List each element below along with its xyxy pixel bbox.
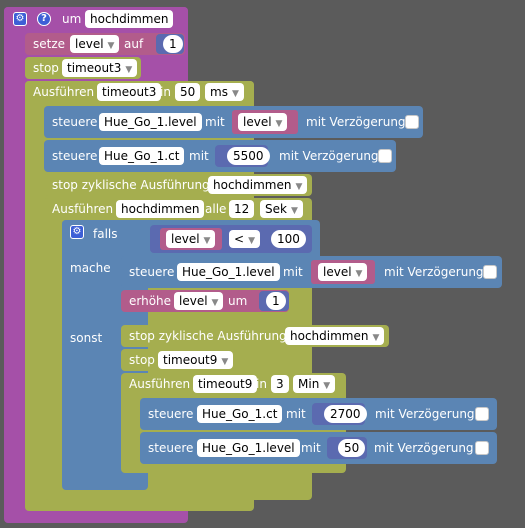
chevron-down-icon: ▼ — [221, 357, 229, 367]
ausfuehren-zyklisch-name[interactable]: hochdimmen — [116, 200, 205, 218]
steuere-object-2[interactable]: Hue_Go_1.level — [177, 263, 280, 281]
chevron-down-icon: ▼ — [355, 269, 363, 279]
stop-timeout9-text: timeout9 — [163, 353, 218, 367]
steuere-value-dropdown-1[interactable]: level ▼ — [238, 113, 288, 131]
steuere-mit-3: mit — [301, 441, 321, 455]
if-gear-icon[interactable]: ⚙ — [70, 225, 84, 239]
steuere-object-1[interactable]: Hue_Go_1.level — [99, 113, 202, 131]
function-keyword: um — [62, 12, 82, 26]
chevron-down-icon: ▼ — [275, 119, 283, 129]
steuere-mit-ct1: mit — [189, 149, 209, 163]
ausfuehren-zyklisch-interval[interactable]: 12 — [229, 200, 255, 218]
stop-zyklisch-text-2: hochdimmen — [290, 329, 369, 343]
chevron-down-icon: ▼ — [203, 236, 211, 246]
steuere-delay-checkbox-ct2[interactable] — [475, 407, 489, 421]
steuere-delay-checkbox-2[interactable] — [483, 265, 497, 279]
steuere-value-dropdown-2[interactable]: level ▼ — [318, 263, 368, 281]
erhoehe-um-label: um — [228, 294, 248, 308]
setze-keyword: setze — [33, 37, 66, 51]
ausfuehren-timeout9-delay[interactable]: 3 — [271, 375, 289, 393]
gear-icon[interactable]: ⚙ — [13, 12, 27, 26]
steuere-delay-label-1: mit Verzögerung — [306, 115, 406, 129]
if-condition-var-dropdown[interactable]: level ▼ — [166, 230, 216, 248]
ausfuehren-delay-input-2[interactable]: 50 — [175, 83, 201, 101]
ausfuehren-zyklisch-keyword: Ausführen — [52, 202, 114, 216]
ausfuehren-timeout9-in: in — [256, 377, 267, 391]
chevron-down-icon: ▼ — [211, 298, 219, 308]
help-icon[interactable]: ? — [37, 12, 51, 26]
setze-value-input[interactable]: 1 — [163, 35, 183, 53]
ausfuehren-timeout9-name[interactable]: timeout9 — [193, 375, 258, 393]
ausfuehren-unit-text-2: ms — [210, 85, 228, 99]
chevron-down-icon: ▼ — [248, 236, 255, 246]
steuere-ct1-value-input[interactable]: 5500 — [227, 147, 270, 165]
steuere-mit-ct2: mit — [286, 407, 306, 421]
steuere-delay-label-2: mit Verzögerung — [384, 265, 484, 279]
chevron-down-icon: ▼ — [290, 206, 298, 216]
steuere-delay-label-ct2: mit Verzögerung — [375, 407, 475, 421]
steuere-object-ct2[interactable]: Hue_Go_1.ct — [197, 405, 283, 423]
stop-zyklisch-dropdown-1[interactable]: hochdimmen ▼ — [208, 176, 308, 194]
chevron-down-icon: ▼ — [107, 41, 115, 51]
erhoehe-value-input[interactable]: 1 — [266, 292, 286, 310]
steuere-value-text-2: level — [323, 265, 352, 279]
chevron-down-icon: ▼ — [323, 381, 331, 391]
steuere-level3-value-input[interactable]: 50 — [338, 439, 366, 457]
steuere-keyword: steuere — [52, 115, 98, 129]
ausfuehren-zyklisch-unit-dropdown[interactable]: Sek ▼ — [260, 200, 303, 218]
steuere-mit: mit — [205, 115, 225, 129]
steuere-keyword-2: steuere — [129, 265, 175, 279]
ausfuehren-zyklisch-unit-text: Sek — [265, 202, 287, 216]
steuere-value-text-1: level — [243, 115, 272, 129]
ausfuehren-timeout9-unit-dropdown[interactable]: Min ▼ — [293, 375, 336, 393]
erhoehe-variable-dropdown[interactable]: level ▼ — [174, 292, 224, 310]
stop-zyklisch-dropdown-2[interactable]: hochdimmen ▼ — [285, 327, 385, 345]
ausfuehren-timeout9-unit-text: Min — [298, 377, 320, 391]
if-sonst-label: sonst — [70, 331, 103, 345]
ausfuehren-timeout3-dropdown-2[interactable]: timeout3 — [97, 83, 162, 101]
erhoehe-variable-text: level — [179, 294, 208, 308]
steuere-mit-2: mit — [283, 265, 303, 279]
if-condition-var-text: level — [171, 232, 200, 246]
stop-zyklisch-text-1: hochdimmen — [213, 178, 292, 192]
steuere-delay-checkbox-3[interactable] — [475, 441, 489, 455]
function-name-field[interactable]: hochdimmen — [85, 10, 174, 28]
stop-timeout3-text: timeout3 — [67, 61, 122, 75]
if-mache-label: mache — [70, 261, 111, 275]
chevron-down-icon: ▼ — [125, 65, 133, 75]
chevron-down-icon: ▼ — [295, 182, 303, 192]
erhoehe-keyword: erhöhe — [129, 294, 172, 308]
setze-variable-text: level — [75, 37, 104, 51]
steuere-delay-checkbox-1[interactable] — [405, 115, 419, 129]
stop-timeout9-dropdown[interactable]: timeout9 ▼ — [158, 351, 234, 369]
stop-zyklisch-keyword-1: stop zyklische Ausführung — [52, 178, 210, 192]
chevron-down-icon: ▼ — [231, 89, 239, 99]
ausfuehren-keyword-2: Ausführen — [33, 85, 95, 99]
ausfuehren-timeout9-keyword: Ausführen — [129, 377, 191, 391]
stop-timeout9-keyword: stop — [129, 353, 155, 367]
if-condition-value-input[interactable]: 100 — [271, 230, 306, 248]
steuere-keyword-ct2: steuere — [148, 407, 194, 421]
setze-auf-label: auf — [124, 37, 144, 51]
steuere-keyword-3: steuere — [148, 441, 194, 455]
stop-zyklisch-keyword-2: stop zyklische Ausführung — [129, 329, 287, 343]
steuere-object-ct1[interactable]: Hue_Go_1.ct — [99, 147, 185, 165]
stop-timeout3-dropdown[interactable]: timeout3 ▼ — [62, 59, 138, 77]
ausfuehren-unit-dropdown-2[interactable]: ms ▼ — [205, 83, 244, 101]
ausfuehren-zyklisch-alle: alle — [205, 202, 227, 216]
steuere-keyword-ct1: steuere — [52, 149, 98, 163]
ausfuehren-timeout3-text-2: timeout3 — [102, 85, 157, 99]
ausfuehren-in-label-2: in — [160, 85, 171, 99]
steuere-ct2-value-input[interactable]: 2700 — [324, 405, 367, 423]
steuere-object-3[interactable]: Hue_Go_1.level — [197, 439, 300, 457]
if-falls-label: falls — [93, 227, 118, 241]
chevron-down-icon: ▼ — [372, 333, 380, 343]
if-condition-op-dropdown[interactable]: < ▼ — [229, 230, 260, 248]
setze-variable-dropdown[interactable]: level ▼ — [70, 35, 120, 53]
stop-keyword: stop — [33, 61, 59, 75]
steuere-delay-label-ct1: mit Verzögerung — [279, 149, 379, 163]
steuere-delay-label-3: mit Verzögerung — [374, 441, 474, 455]
steuere-delay-checkbox-ct1[interactable] — [378, 149, 392, 163]
if-condition-op-text: < — [234, 232, 245, 246]
